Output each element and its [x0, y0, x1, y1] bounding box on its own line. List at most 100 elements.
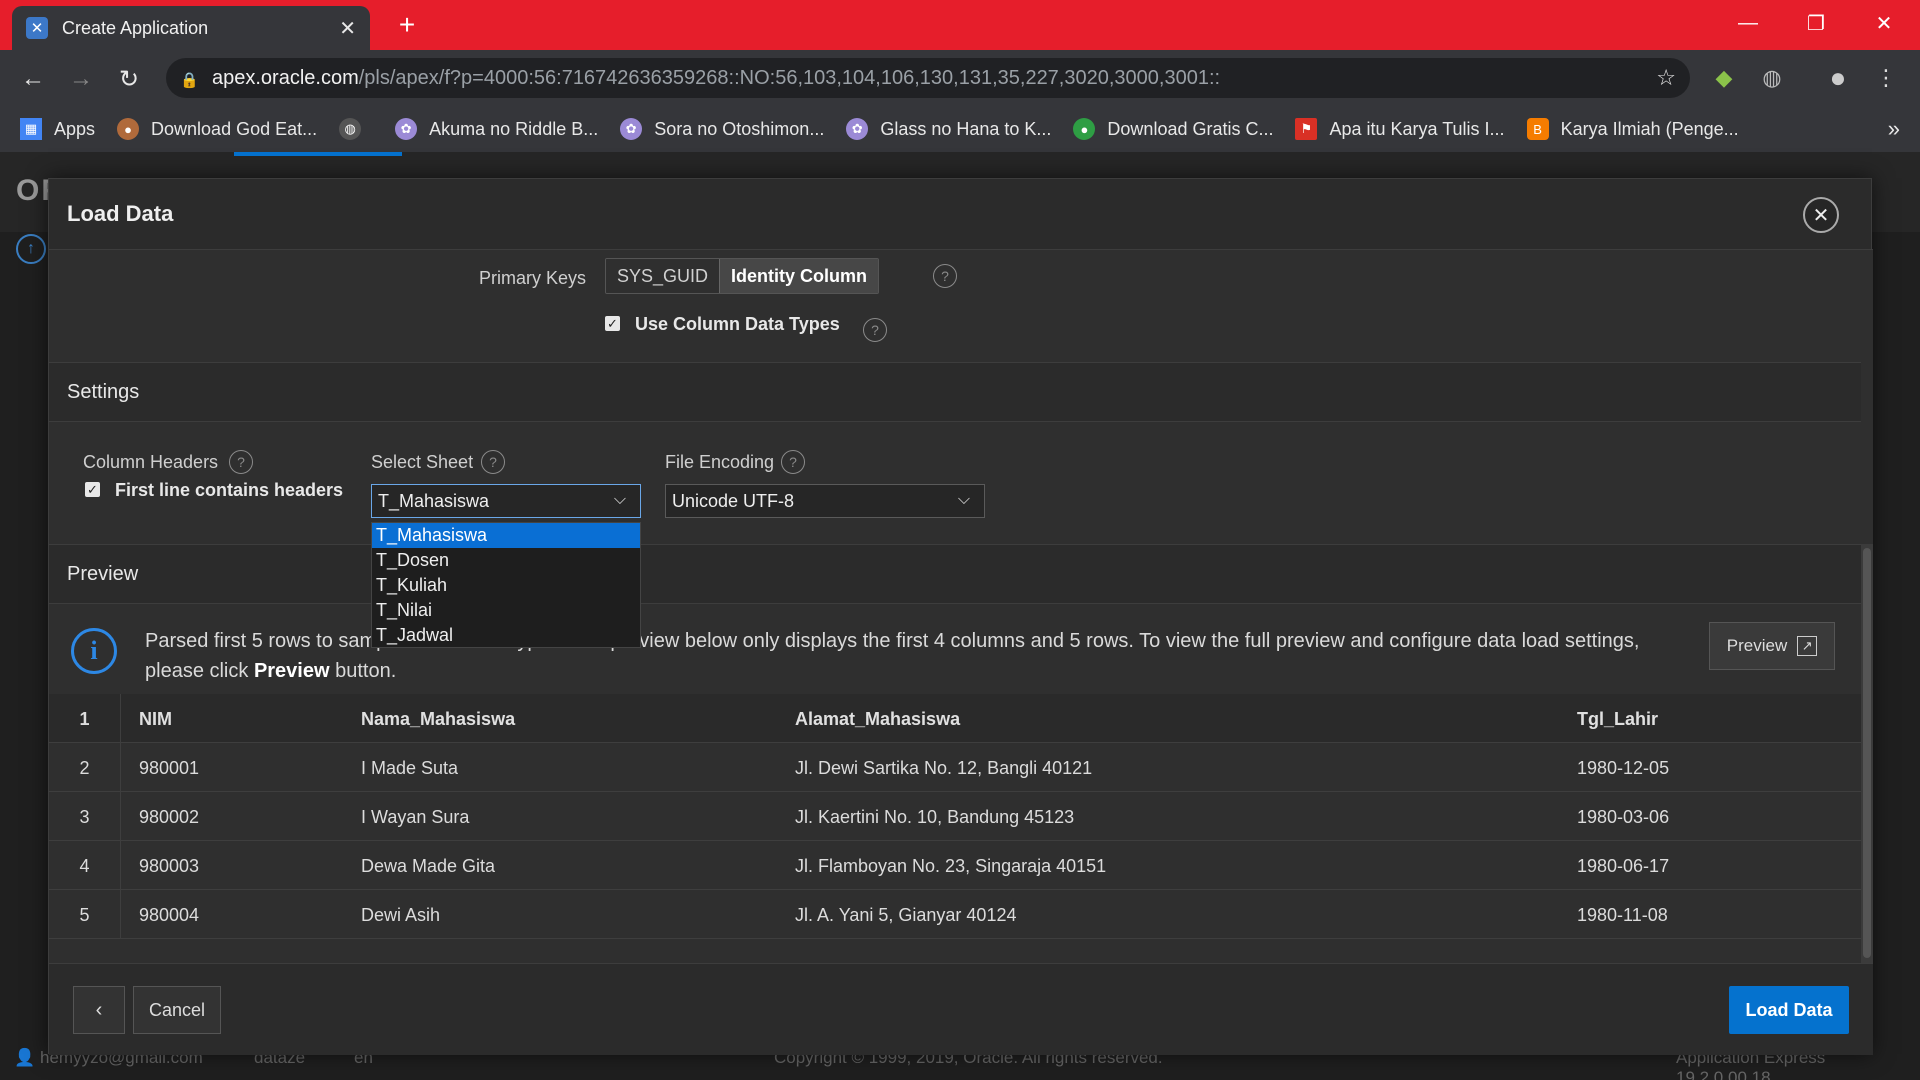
bookmark-label: Apa itu Karya Tulis I... [1329, 118, 1505, 139]
upload-icon[interactable]: ↑ [16, 234, 46, 264]
sheet-option[interactable]: T_Mahasiswa [372, 523, 640, 548]
select-sheet-value: T_Mahasiswa [378, 490, 490, 511]
column-header: NIM [139, 709, 172, 729]
window-close-icon[interactable]: ✕ [1864, 8, 1904, 38]
lock-icon: 🔒 [180, 72, 199, 89]
apex-active-tab-indicator [234, 152, 402, 156]
bookmark-item[interactable]: ✿ Akuma no Riddle B... [395, 118, 598, 140]
cell-tgl-lahir: 1980-11-08 [1577, 905, 1668, 925]
sheet-option[interactable]: T_Jadwal [372, 623, 640, 648]
address-bar[interactable]: 🔒 apex.oracle.com/pls/apex/f?p=4000:56:7… [166, 58, 1690, 98]
file-encoding-dropdown[interactable]: Unicode UTF-8 ⌵ [665, 484, 985, 518]
cell-nama: I Wayan Sura [361, 807, 470, 827]
bookmark-label: Akuma no Riddle B... [429, 118, 599, 139]
bookmark-label: Download God Eat... [151, 118, 318, 139]
first-line-headers-checkbox[interactable]: ✓ [85, 482, 100, 497]
reload-icon[interactable]: ↻ [112, 62, 146, 96]
cell-alamat: Jl. Dewi Sartika No. 12, Bangli 40121 [795, 758, 1093, 778]
sheet-option[interactable]: T_Nilai [372, 598, 640, 623]
cell-nim: 980003 [139, 856, 200, 876]
select-sheet-label: Select Sheet [371, 452, 474, 472]
row-number: 4 [49, 841, 121, 890]
info-icon: i [71, 628, 117, 674]
anime-icon: ✿ [846, 118, 869, 140]
cell-nim: 980001 [139, 758, 200, 778]
sheet-option[interactable]: T_Dosen [372, 548, 640, 573]
apex-favicon-icon: ✕ [26, 17, 48, 39]
bookmark-item[interactable]: ▦ Apps [20, 118, 95, 140]
bookmark-label: Download Gratis C... [1107, 118, 1274, 139]
bookmark-item[interactable]: ✿ Glass no Hana to K... [846, 118, 1051, 140]
bookmark-item[interactable]: B Karya Ilmiah (Penge... [1526, 118, 1739, 140]
table-row: 3 980002 I Wayan Sura Jl. Kaertini No. 1… [49, 792, 1861, 841]
cell-alamat: Jl. Kaertini No. 10, Bandung 45123 [795, 807, 1075, 827]
bookmark-item[interactable]: ◍ [339, 118, 373, 140]
minimize-icon[interactable]: — [1728, 8, 1768, 38]
load-data-button[interactable]: Load Data [1729, 986, 1849, 1034]
cell-nama: Dewi Asih [361, 905, 441, 925]
url-path: /pls/apex/f?p=4000:56:716742636359268::N… [358, 66, 1221, 89]
info-banner: i Parsed first 5 rows to sample the colu… [49, 606, 1861, 694]
sheet-option[interactable]: T_Kuliah [372, 573, 640, 598]
cancel-button[interactable]: Cancel [133, 986, 221, 1034]
vertical-scrollbar[interactable] [1861, 544, 1873, 963]
help-icon[interactable]: ? [481, 450, 505, 474]
blogger-icon: B [1526, 118, 1549, 140]
new-tab-button[interactable]: + [392, 9, 422, 40]
primary-keys-label: Primary Keys [479, 268, 587, 288]
preview-section-header: Preview [49, 544, 1861, 604]
extension-icon[interactable]: ◆ [1708, 62, 1740, 94]
help-icon[interactable]: ? [933, 264, 957, 288]
globe-extension-icon[interactable]: ◍ [1756, 62, 1788, 94]
tab-title: Create Application [62, 17, 209, 38]
tab-close-icon[interactable]: ✕ [339, 16, 356, 41]
file-encoding-value: Unicode UTF-8 [672, 490, 795, 511]
use-column-types-checkbox[interactable]: ✓ [605, 316, 620, 331]
column-header: Nama_Mahasiswa [361, 709, 516, 729]
column-headers-label: Column Headers [83, 452, 219, 472]
bookmarks-bar: ▦ Apps ● Download God Eat... ◍ ✿ Akuma n… [0, 106, 1920, 152]
cell-nim: 980002 [139, 807, 200, 827]
back-button[interactable]: ‹ [73, 986, 125, 1034]
more-bookmarks-icon[interactable]: » [1888, 116, 1900, 142]
cell-nama: Dewa Made Gita [361, 856, 496, 876]
profile-avatar-icon[interactable]: ● [1822, 62, 1854, 94]
apps-grid-icon: ▦ [20, 118, 42, 140]
row-number: 2 [49, 743, 121, 792]
scrollbar-thumb[interactable] [1863, 548, 1871, 958]
select-sheet-dropdown[interactable]: T_Mahasiswa ⌵ [371, 484, 641, 518]
preview-title: Preview [67, 563, 139, 585]
browser-tab-active[interactable]: ✕ Create Application ✕ [12, 6, 370, 50]
bookmark-item[interactable]: ⚑ Apa itu Karya Tulis I... [1295, 118, 1505, 140]
chevron-down-icon: ⌵ [957, 491, 970, 508]
bookmark-item[interactable]: ● Download God Eat... [117, 118, 317, 140]
restore-icon[interactable]: ❐ [1796, 8, 1836, 38]
table-row: 2 980001 I Made Suta Jl. Dewi Sartika No… [49, 743, 1861, 792]
preview-button[interactable]: Preview ↗ [1709, 622, 1835, 670]
help-icon[interactable]: ? [781, 450, 805, 474]
column-header: Tgl_Lahir [1577, 709, 1659, 729]
cell-tgl-lahir: 1980-06-17 [1577, 856, 1670, 876]
bookmark-star-icon[interactable]: ☆ [1656, 65, 1676, 91]
back-arrow-icon[interactable]: ← [16, 62, 50, 96]
bookmark-item[interactable]: ✿ Sora no Otoshimon... [620, 118, 824, 140]
table-row: 5 980004 Dewi Asih Jl. A. Yani 5, Gianya… [49, 890, 1861, 939]
row-number: 1 [49, 694, 121, 743]
chevron-down-icon: ⌵ [613, 491, 626, 508]
menu-kebab-icon[interactable]: ⋮ [1870, 62, 1902, 94]
anime-icon: ✿ [395, 118, 418, 140]
close-icon[interactable]: ✕ [1803, 197, 1839, 233]
preview-button-label: Preview [1726, 636, 1788, 655]
bookmark-label: Apps [54, 118, 96, 139]
help-icon[interactable]: ? [863, 318, 887, 342]
cell-nama: I Made Suta [361, 758, 459, 778]
settings-title: Settings [67, 381, 140, 403]
load-data-dialog: Load Data ✕ Primary Keys SYS_GUID Identi… [48, 178, 1873, 1055]
table-row: 4 980003 Dewa Made Gita Jl. Flamboyan No… [49, 841, 1861, 890]
anime-icon: ✿ [620, 118, 643, 140]
bookmark-item[interactable]: ● Download Gratis C... [1073, 118, 1273, 140]
forward-arrow-icon[interactable]: → [64, 62, 98, 96]
pk-option-identity-column[interactable]: Identity Column [719, 259, 879, 293]
pk-option-sys-guid[interactable]: SYS_GUID [606, 259, 720, 293]
help-icon[interactable]: ? [229, 450, 253, 474]
